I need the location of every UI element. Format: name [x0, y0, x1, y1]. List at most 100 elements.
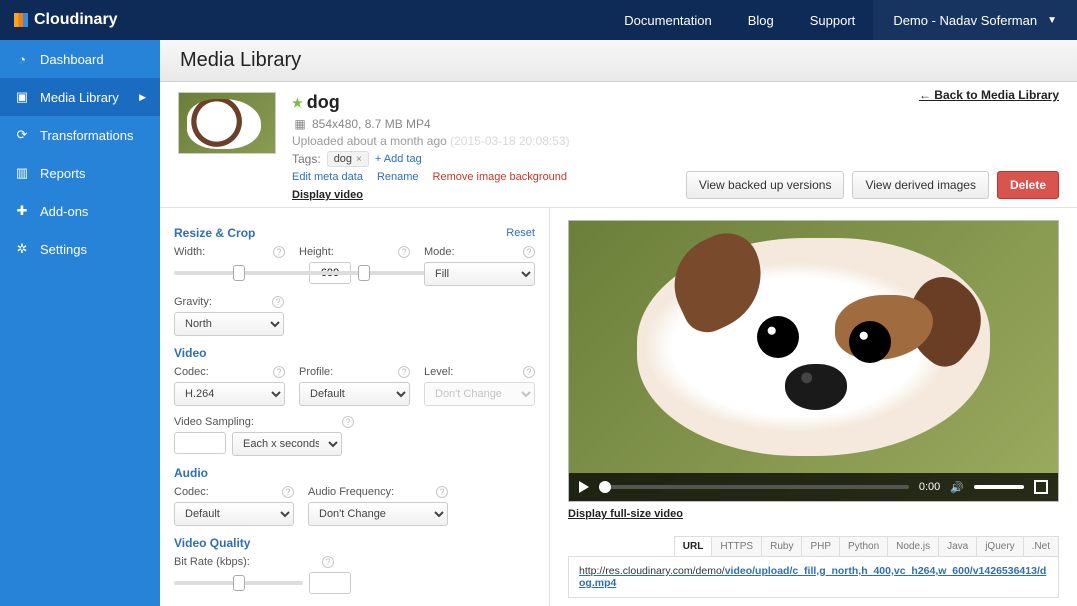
sidebar-item-label: Add-ons [40, 204, 88, 219]
section-audio-title: Audio [174, 466, 208, 480]
remove-bg-link[interactable]: Remove image background [433, 171, 568, 183]
asset-thumbnail[interactable] [178, 92, 276, 154]
audio-freq-label: Audio Frequency: [308, 486, 394, 498]
logo-bars-icon [14, 13, 28, 27]
sampling-input[interactable] [174, 432, 226, 454]
bitrate-label: Bit Rate (kbps): [174, 556, 250, 568]
tags-label: Tags: [292, 152, 321, 166]
gravity-select[interactable]: North [174, 312, 284, 336]
video-codec-select[interactable]: H.264 [174, 382, 285, 406]
fullsize-video-link[interactable]: Display full-size video [568, 508, 683, 520]
url-tab-python[interactable]: Python [839, 536, 888, 556]
asset-type-icon: ★ [292, 96, 303, 110]
sampling-label: Video Sampling: [174, 416, 254, 428]
url-tabs: URL HTTPS Ruby PHP Python Node.js Java j… [568, 536, 1059, 556]
volume-slider[interactable] [974, 485, 1024, 489]
url-tab-ruby[interactable]: Ruby [761, 536, 802, 556]
page-header: Media Library [160, 40, 1077, 82]
asset-name: dog [307, 92, 340, 113]
caret-down-icon: ▼ [1047, 15, 1057, 26]
audio-freq-select[interactable]: Don't Change [308, 502, 448, 526]
height-slider[interactable] [299, 271, 428, 275]
level-label: Level: [424, 366, 453, 378]
tag-chip[interactable]: dog × [327, 151, 369, 167]
reset-link[interactable]: Reset [506, 227, 535, 239]
delete-button[interactable]: Delete [997, 171, 1059, 199]
remove-tag-icon[interactable]: × [356, 154, 362, 165]
sidebar-item-dashboard[interactable]: ◔ Dashboard [0, 40, 160, 78]
width-slider[interactable] [174, 271, 303, 275]
addon-icon: ✚ [14, 203, 30, 219]
help-icon[interactable]: ? [272, 296, 284, 308]
mode-select[interactable]: Fill [424, 262, 535, 286]
fullscreen-icon[interactable] [1034, 480, 1048, 494]
audio-codec-select[interactable]: Default [174, 502, 294, 526]
help-icon[interactable]: ? [273, 246, 285, 258]
speaker-icon[interactable]: 🔊 [950, 481, 964, 494]
section-resize-title: Resize & Crop [174, 226, 255, 240]
url-link[interactable]: http://res.cloudinary.com/demo/video/upl… [579, 565, 1046, 589]
height-label: Height: [299, 246, 334, 258]
sidebar-item-transformations[interactable]: ⟳ Transformations [0, 116, 160, 154]
nav-documentation[interactable]: Documentation [606, 0, 729, 40]
url-tab-https[interactable]: HTTPS [711, 536, 762, 556]
display-video-link[interactable]: Display video [292, 189, 570, 201]
sidebar-item-label: Media Library [40, 90, 119, 105]
help-icon[interactable]: ? [523, 246, 535, 258]
level-select: Don't Change [424, 382, 535, 406]
help-icon[interactable]: ? [322, 556, 334, 568]
dimensions-icon: ▦ [292, 116, 308, 132]
help-icon[interactable]: ? [436, 486, 448, 498]
video-preview[interactable]: 0:00 🔊 [568, 220, 1059, 502]
nav-blog[interactable]: Blog [730, 0, 792, 40]
add-tag-link[interactable]: + Add tag [375, 153, 422, 165]
help-icon[interactable]: ? [282, 486, 294, 498]
help-icon[interactable]: ? [523, 366, 535, 378]
brand-logo[interactable]: Cloudinary [0, 11, 132, 29]
sidebar: ◔ Dashboard ▣ Media Library ▶ ⟳ Transfor… [0, 40, 160, 606]
help-icon[interactable]: ? [273, 366, 285, 378]
sidebar-item-label: Settings [40, 242, 87, 257]
edit-metadata-link[interactable]: Edit meta data [292, 171, 363, 183]
bitrate-input[interactable] [309, 572, 351, 594]
brand-name: Cloudinary [34, 11, 118, 29]
page-title: Media Library [180, 49, 301, 72]
progress-bar[interactable] [599, 485, 909, 489]
back-to-library-link[interactable]: ← Back to Media Library [919, 88, 1059, 102]
gravity-label: Gravity: [174, 296, 212, 308]
progress-knob[interactable] [599, 481, 611, 493]
url-tab-jquery[interactable]: jQuery [976, 536, 1023, 556]
active-triangle-icon: ▶ [139, 92, 146, 103]
audio-codec-label: Codec: [174, 486, 209, 498]
view-backed-button[interactable]: View backed up versions [686, 171, 845, 199]
mode-label: Mode: [424, 246, 455, 258]
profile-select[interactable]: Default [299, 382, 410, 406]
nav-user-menu[interactable]: Demo - Nadav Soferman ▼ [873, 0, 1077, 40]
video-codec-label: Codec: [174, 366, 209, 378]
url-tab-net[interactable]: .Net [1023, 536, 1059, 556]
sidebar-item-media-library[interactable]: ▣ Media Library ▶ [0, 78, 160, 116]
rename-link[interactable]: Rename [377, 171, 419, 183]
view-derived-button[interactable]: View derived images [852, 171, 989, 199]
player-time: 0:00 [919, 481, 940, 493]
url-output[interactable]: http://res.cloudinary.com/demo/video/upl… [568, 556, 1059, 598]
section-video-title: Video [174, 346, 206, 360]
sidebar-item-settings[interactable]: ✲ Settings [0, 230, 160, 268]
bitrate-slider[interactable] [174, 581, 303, 585]
nav-support[interactable]: Support [792, 0, 874, 40]
url-tab-url[interactable]: URL [674, 536, 713, 556]
help-icon[interactable]: ? [398, 366, 410, 378]
help-icon[interactable]: ? [398, 246, 410, 258]
settings-icon: ✲ [14, 241, 30, 257]
width-label: Width: [174, 246, 205, 258]
url-tab-php[interactable]: PHP [801, 536, 840, 556]
sampling-unit-select[interactable]: Each x seconds [232, 432, 342, 456]
sidebar-item-addons[interactable]: ✚ Add-ons [0, 192, 160, 230]
url-tab-java[interactable]: Java [938, 536, 977, 556]
sidebar-item-reports[interactable]: ▥ Reports [0, 154, 160, 192]
help-icon[interactable]: ? [342, 416, 354, 428]
sidebar-item-label: Transformations [40, 128, 133, 143]
url-tab-nodejs[interactable]: Node.js [887, 536, 939, 556]
section-quality-title: Video Quality [174, 536, 250, 550]
play-icon[interactable] [579, 481, 589, 493]
